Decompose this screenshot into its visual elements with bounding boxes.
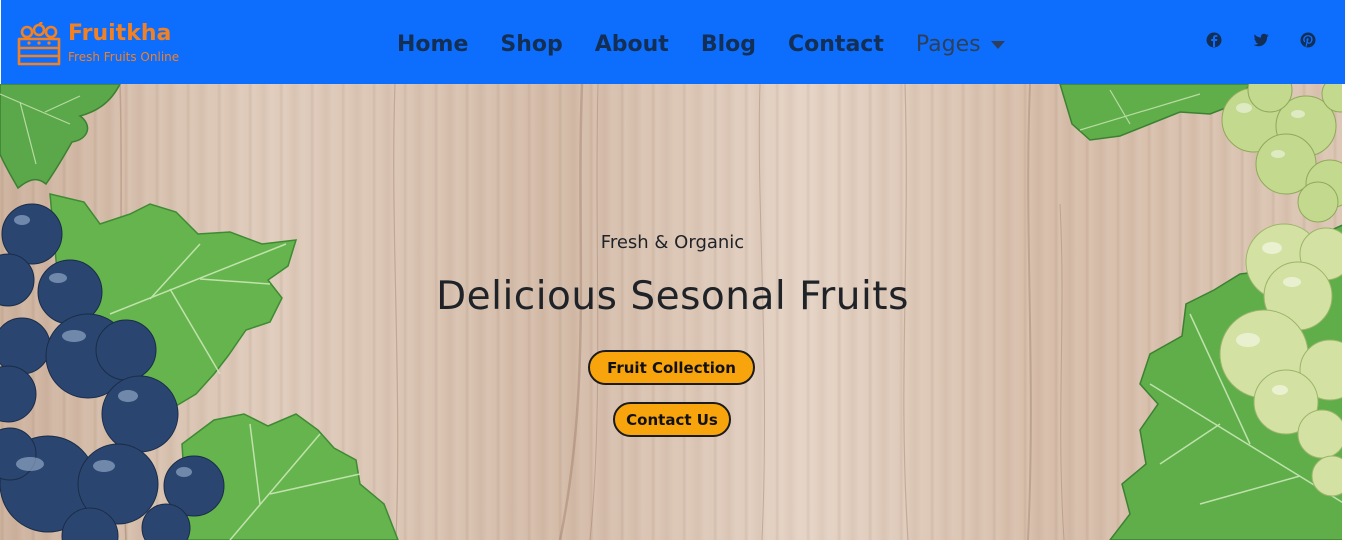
contact-us-button[interactable]: Contact Us [613, 402, 731, 437]
hero-banner: Fresh & Organic Delicious Sesonal Fruits… [0, 84, 1345, 540]
nav-shop[interactable]: Shop [484, 32, 578, 57]
nav-blog[interactable]: Blog [685, 32, 772, 57]
nav-contact[interactable]: Contact [772, 32, 900, 57]
nav-about[interactable]: About [579, 32, 685, 57]
social-links [1205, 31, 1317, 49]
navbar: Fruitkha Fresh Fruits Online Home Shop A… [0, 0, 1345, 84]
facebook-icon[interactable] [1205, 31, 1223, 49]
nav-pages-label: Pages [915, 31, 981, 57]
hero-content: Fresh & Organic Delicious Sesonal Fruits… [0, 84, 1345, 540]
main-nav: Home Shop About Blog Contact Pages [381, 24, 1021, 64]
fruit-basket-logo-icon [17, 22, 61, 66]
pinterest-icon[interactable] [1299, 31, 1317, 49]
twitter-icon[interactable] [1252, 31, 1270, 49]
nav-home[interactable]: Home [381, 32, 484, 57]
hero-title: Delicious Sesonal Fruits [436, 274, 909, 319]
nav-pages-dropdown[interactable]: Pages [900, 32, 1021, 57]
brand-name: Fruitkha [68, 21, 172, 46]
fruit-collection-button[interactable]: Fruit Collection [588, 350, 755, 385]
caret-down-icon [990, 41, 1005, 49]
brand-tagline: Fresh Fruits Online [68, 50, 180, 64]
hero-subtitle: Fresh & Organic [600, 232, 745, 253]
